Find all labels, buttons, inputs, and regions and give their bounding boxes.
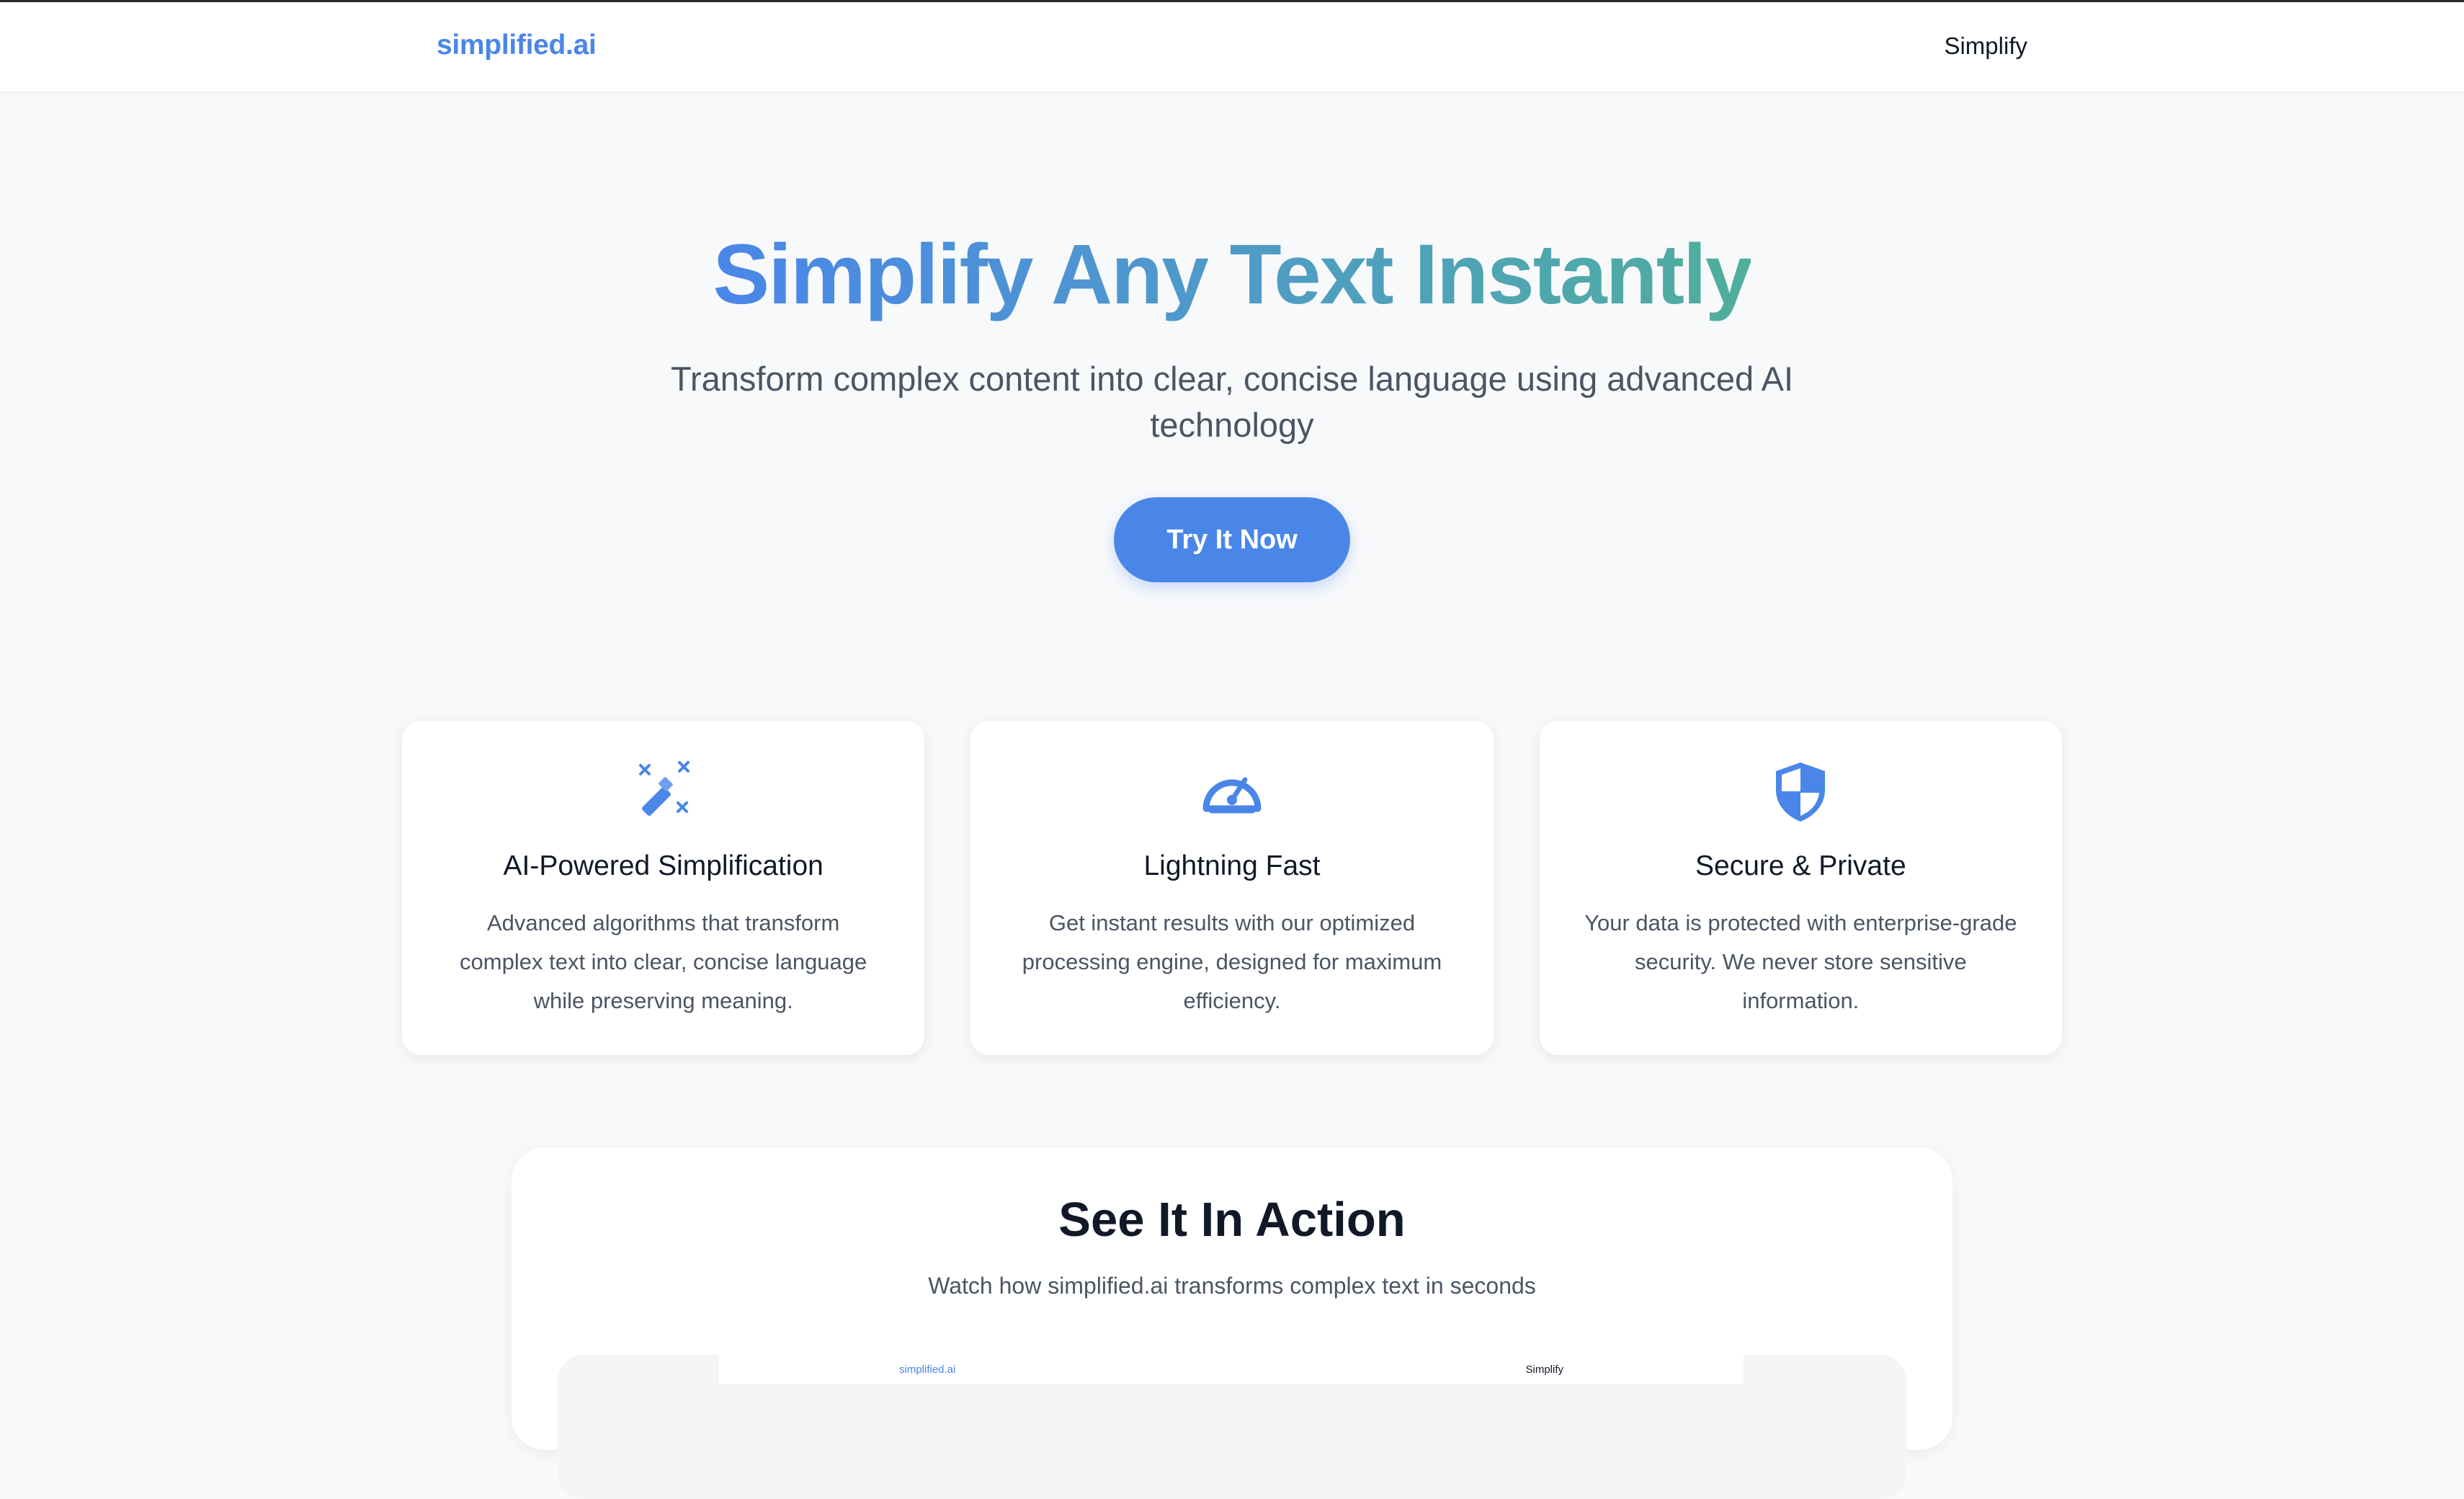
- hero-subtitle: Transform complex content into clear, co…: [671, 360, 1793, 444]
- features-section: AI-Powered Simplification Advanced algor…: [402, 721, 2062, 1055]
- demo-preview-logo: simplified.ai: [899, 1364, 956, 1376]
- feature-title: Secure & Private: [1695, 850, 1906, 881]
- feature-title: AI-Powered Simplification: [503, 850, 823, 881]
- logo-link[interactable]: simplified.ai: [437, 30, 597, 61]
- demo-subtitle: Watch how simplified.ai transforms compl…: [928, 1273, 1536, 1299]
- feature-description: Get instant results with our optimized p…: [1022, 910, 1442, 1013]
- hero-title: Simplify Any Text Instantly: [0, 221, 2464, 329]
- feature-card-ai: AI-Powered Simplification Advanced algor…: [402, 721, 925, 1055]
- navbar: simplified.ai Simplify: [0, 2, 2464, 93]
- try-it-now-button[interactable]: Try It Now: [1114, 497, 1350, 582]
- demo-preview-link: Simplify: [1525, 1364, 1563, 1376]
- speedometer-icon: [1202, 777, 1262, 814]
- demo-section: See It In Action Watch how simplified.ai…: [512, 1147, 1952, 1499]
- feature-card-fast: Lightning Fast Get instant results with …: [970, 721, 1494, 1055]
- demo-preview-navbar: simplified.ai Simplify: [719, 1355, 1744, 1385]
- hero-title-text: Simplify Any Text Instantly: [713, 227, 1753, 322]
- nav-link-simplify[interactable]: Simplify: [1944, 32, 2027, 60]
- demo-title: See It In Action: [1058, 1193, 1406, 1247]
- demo-preview-frame[interactable]: simplified.ai Simplify: [558, 1355, 1906, 1499]
- feature-title: Lightning Fast: [1143, 850, 1321, 881]
- shield-icon: [1776, 762, 1826, 822]
- feature-card-secure: Secure & Private Your data is protected …: [1539, 721, 2062, 1055]
- feature-description: Your data is protected with enterprise-g…: [1584, 910, 2017, 1013]
- magic-wand-icon: [638, 761, 689, 816]
- feature-description: Advanced algorithms that transform compl…: [460, 910, 867, 1013]
